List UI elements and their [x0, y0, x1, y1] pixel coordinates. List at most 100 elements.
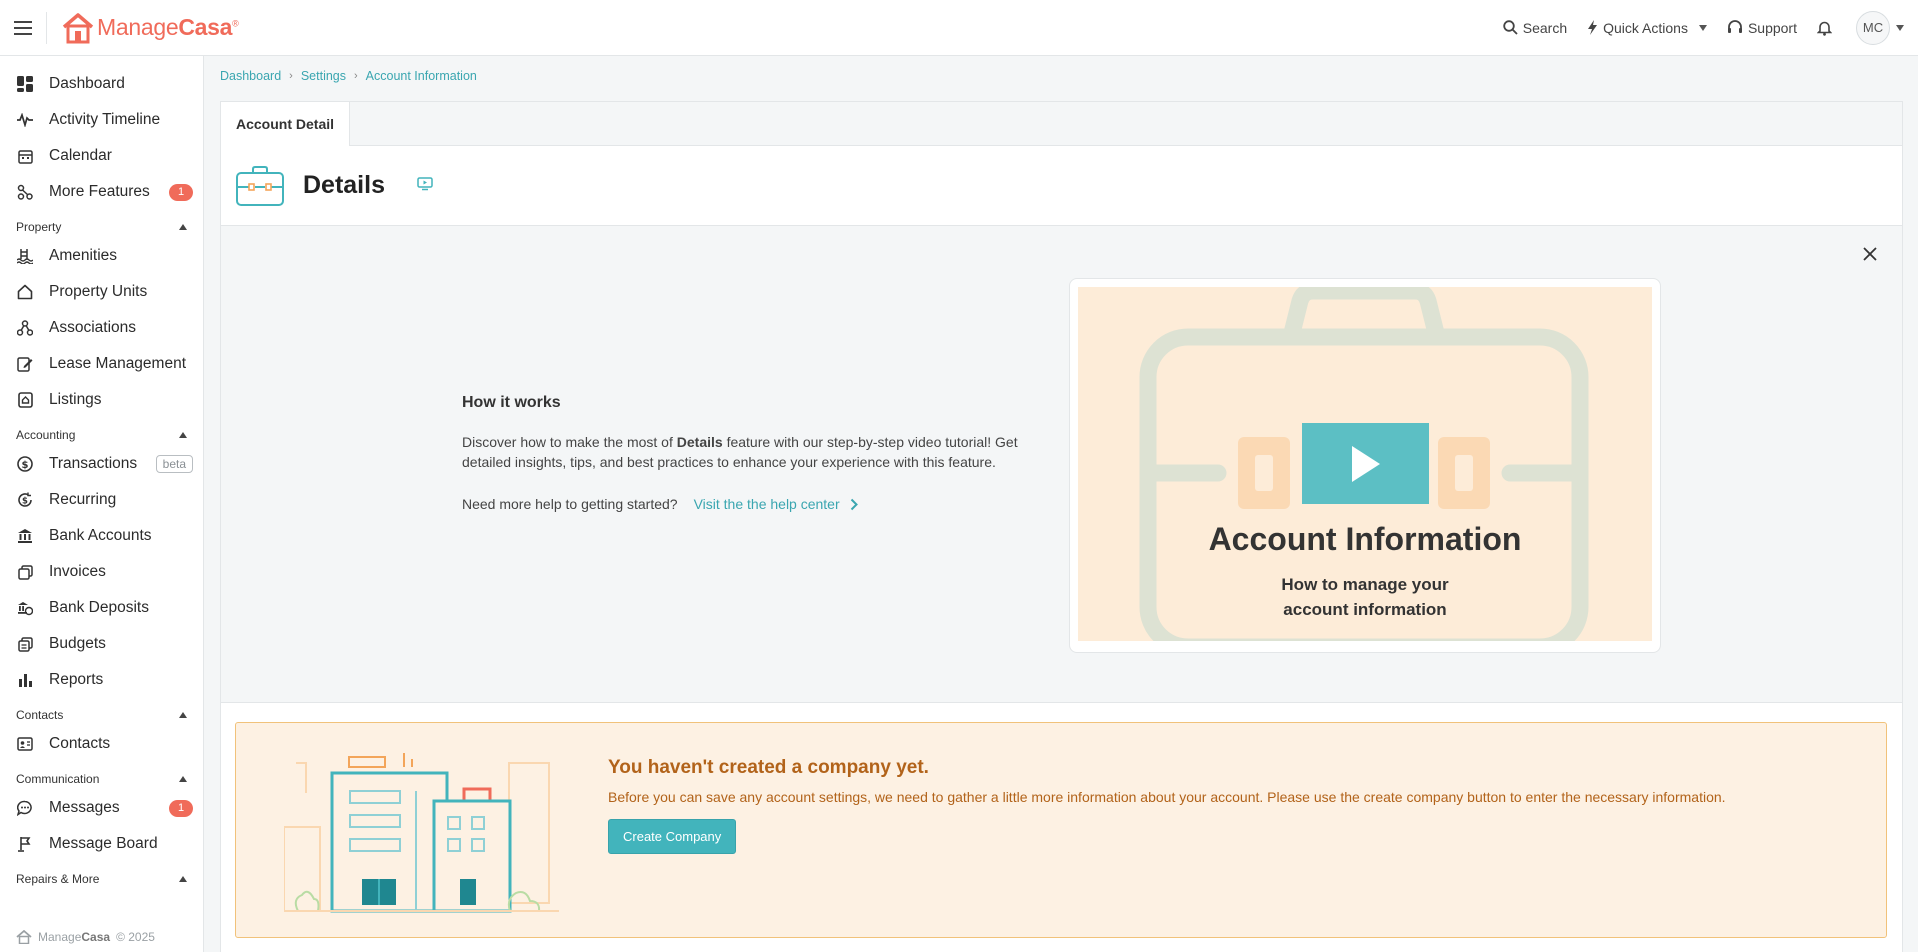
- sidebar-item-label: Listings: [49, 391, 102, 408]
- section-accounting-toggle[interactable]: Accounting: [0, 424, 203, 446]
- how-it-works-panel: How it works Discover how to make the mo…: [221, 226, 1902, 703]
- logo-text: ManageCasa®: [97, 14, 239, 40]
- quick-actions-button[interactable]: Quick Actions: [1577, 20, 1717, 36]
- chevron-right-icon: ›: [289, 70, 293, 82]
- search-button[interactable]: Search: [1493, 20, 1577, 36]
- sidebar-item-amenities[interactable]: Amenities: [0, 238, 203, 274]
- briefcase-icon: [236, 165, 284, 206]
- sidebar-item-messages[interactable]: Messages 1: [0, 790, 203, 826]
- notification-badge: 1: [169, 799, 193, 817]
- company-message: You haven't created a company yet. Befor…: [608, 757, 1726, 854]
- section-title: Accounting: [16, 428, 76, 442]
- app-logo[interactable]: ManageCasa®: [61, 12, 239, 44]
- dollar-circle-icon: $: [16, 455, 34, 473]
- section-repairs-toggle[interactable]: Repairs & More: [0, 868, 203, 890]
- create-company-button[interactable]: Create Company: [608, 819, 737, 854]
- edit-doc-icon: [16, 355, 34, 373]
- help-prompt: Need more help to getting started?: [462, 496, 678, 512]
- collapse-icon: [179, 712, 187, 718]
- recurring-dollar-icon: $: [16, 491, 34, 509]
- section-title: Property: [16, 220, 62, 234]
- deposit-icon: [16, 599, 34, 617]
- chevron-down-icon: [1698, 24, 1707, 31]
- breadcrumb-account-information[interactable]: Account Information: [366, 69, 477, 83]
- sidebar-item-bank-accounts[interactable]: Bank Accounts: [0, 518, 203, 554]
- sidebar-item-transactions[interactable]: $ Transactions beta: [0, 446, 203, 482]
- sidebar-item-bank-deposits[interactable]: Bank Deposits: [0, 590, 203, 626]
- sidebar-item-lease-management[interactable]: Lease Management: [0, 346, 203, 382]
- headset-icon: [1727, 20, 1742, 33]
- sidebar-item-property-units[interactable]: Property Units: [0, 274, 203, 310]
- bar-chart-icon: [16, 671, 34, 689]
- tab-account-detail[interactable]: Account Detail: [221, 102, 351, 146]
- section-communication-toggle[interactable]: Communication: [0, 768, 203, 790]
- notifications-button[interactable]: [1807, 20, 1842, 36]
- how-it-works-text: How it works Discover how to make the mo…: [462, 394, 1052, 512]
- collapse-icon: [179, 876, 187, 882]
- sidebar-item-label: Contacts: [49, 735, 111, 752]
- close-icon[interactable]: [1862, 246, 1878, 267]
- sidebar-item-budgets[interactable]: Budgets: [0, 626, 203, 662]
- svg-text:$: $: [22, 460, 29, 471]
- how-it-works-description: Discover how to make the most of Details…: [462, 434, 1018, 470]
- support-button[interactable]: Support: [1717, 20, 1807, 36]
- user-menu-chevron-icon[interactable]: [1896, 24, 1904, 31]
- video-thumbnail-card[interactable]: Account Information How to manage your ac…: [1069, 278, 1661, 653]
- help-center-link[interactable]: Visit the the help center: [694, 496, 858, 512]
- video-title: Account Information: [1208, 521, 1522, 557]
- section-property-toggle[interactable]: Property: [0, 216, 203, 238]
- message-board-icon: [16, 835, 34, 853]
- account-card: Account Detail Details How it works Disc…: [220, 101, 1903, 952]
- no-company-banner: You haven't created a company yet. Befor…: [235, 722, 1887, 938]
- section-title: Contacts: [16, 708, 64, 722]
- menu-toggle-button[interactable]: [0, 0, 46, 56]
- sidebar-item-dashboard[interactable]: Dashboard: [0, 66, 203, 102]
- sidebar-item-label: Invoices: [49, 563, 106, 580]
- bell-icon: [1817, 21, 1832, 36]
- tab-label: Account Detail: [236, 116, 335, 132]
- sidebar-item-label: Property Units: [49, 283, 148, 300]
- sidebar-item-label: Dashboard: [49, 75, 125, 92]
- section-contacts-toggle[interactable]: Contacts: [0, 704, 203, 726]
- divider: [46, 11, 47, 44]
- sidebar-item-contacts[interactable]: Contacts: [0, 726, 203, 762]
- top-bar: ManageCasa® Search Quick Actions Support…: [0, 0, 1918, 56]
- video-tutorial-icon[interactable]: [417, 175, 433, 196]
- breadcrumb: Dashboard › Settings › Account Informati…: [220, 69, 477, 83]
- nodes-icon: [16, 183, 34, 201]
- pulse-icon: [16, 111, 34, 129]
- sidebar-item-label: Recurring: [49, 491, 117, 508]
- bank-icon: [16, 527, 34, 545]
- sidebar-item-listings[interactable]: Listings: [0, 382, 203, 418]
- sidebar-item-associations[interactable]: Associations: [0, 310, 203, 346]
- video-subtitle: How to manage your account information: [1281, 575, 1449, 619]
- sidebar-item-label: Message Board: [49, 835, 158, 852]
- budget-icon: [16, 635, 34, 653]
- dashboard-icon: [16, 75, 34, 93]
- support-label: Support: [1747, 19, 1797, 36]
- company-title: You haven't created a company yet.: [608, 757, 929, 778]
- section-title: Communication: [16, 772, 100, 786]
- main-content: Dashboard › Settings › Account Informati…: [204, 56, 1918, 952]
- sidebar-item-activity-timeline[interactable]: Activity Timeline: [0, 102, 203, 138]
- collapse-icon: [179, 776, 187, 782]
- sidebar: Dashboard Activity Timeline Calendar Mor…: [0, 56, 204, 952]
- play-button[interactable]: [1302, 423, 1429, 504]
- calendar-icon: [16, 147, 34, 165]
- collapse-icon: [179, 432, 187, 438]
- search-label: Search: [1522, 19, 1568, 36]
- breadcrumb-dashboard[interactable]: Dashboard: [220, 69, 281, 83]
- sidebar-item-label: Amenities: [49, 247, 118, 264]
- details-header: Details: [221, 146, 1902, 226]
- sidebar-item-label: Calendar: [49, 147, 112, 164]
- sidebar-item-invoices[interactable]: Invoices: [0, 554, 203, 590]
- sidebar-item-reports[interactable]: Reports: [0, 662, 203, 698]
- breadcrumb-settings[interactable]: Settings: [301, 69, 346, 83]
- sidebar-item-message-board[interactable]: Message Board: [0, 826, 203, 862]
- sidebar-item-recurring[interactable]: $ Recurring: [0, 482, 203, 518]
- footer-copyright: © 2025: [116, 930, 155, 944]
- home-icon: [16, 283, 34, 301]
- sidebar-item-calendar[interactable]: Calendar: [0, 138, 203, 174]
- avatar[interactable]: MC: [1856, 10, 1890, 45]
- sidebar-item-more-features[interactable]: More Features 1: [0, 174, 203, 210]
